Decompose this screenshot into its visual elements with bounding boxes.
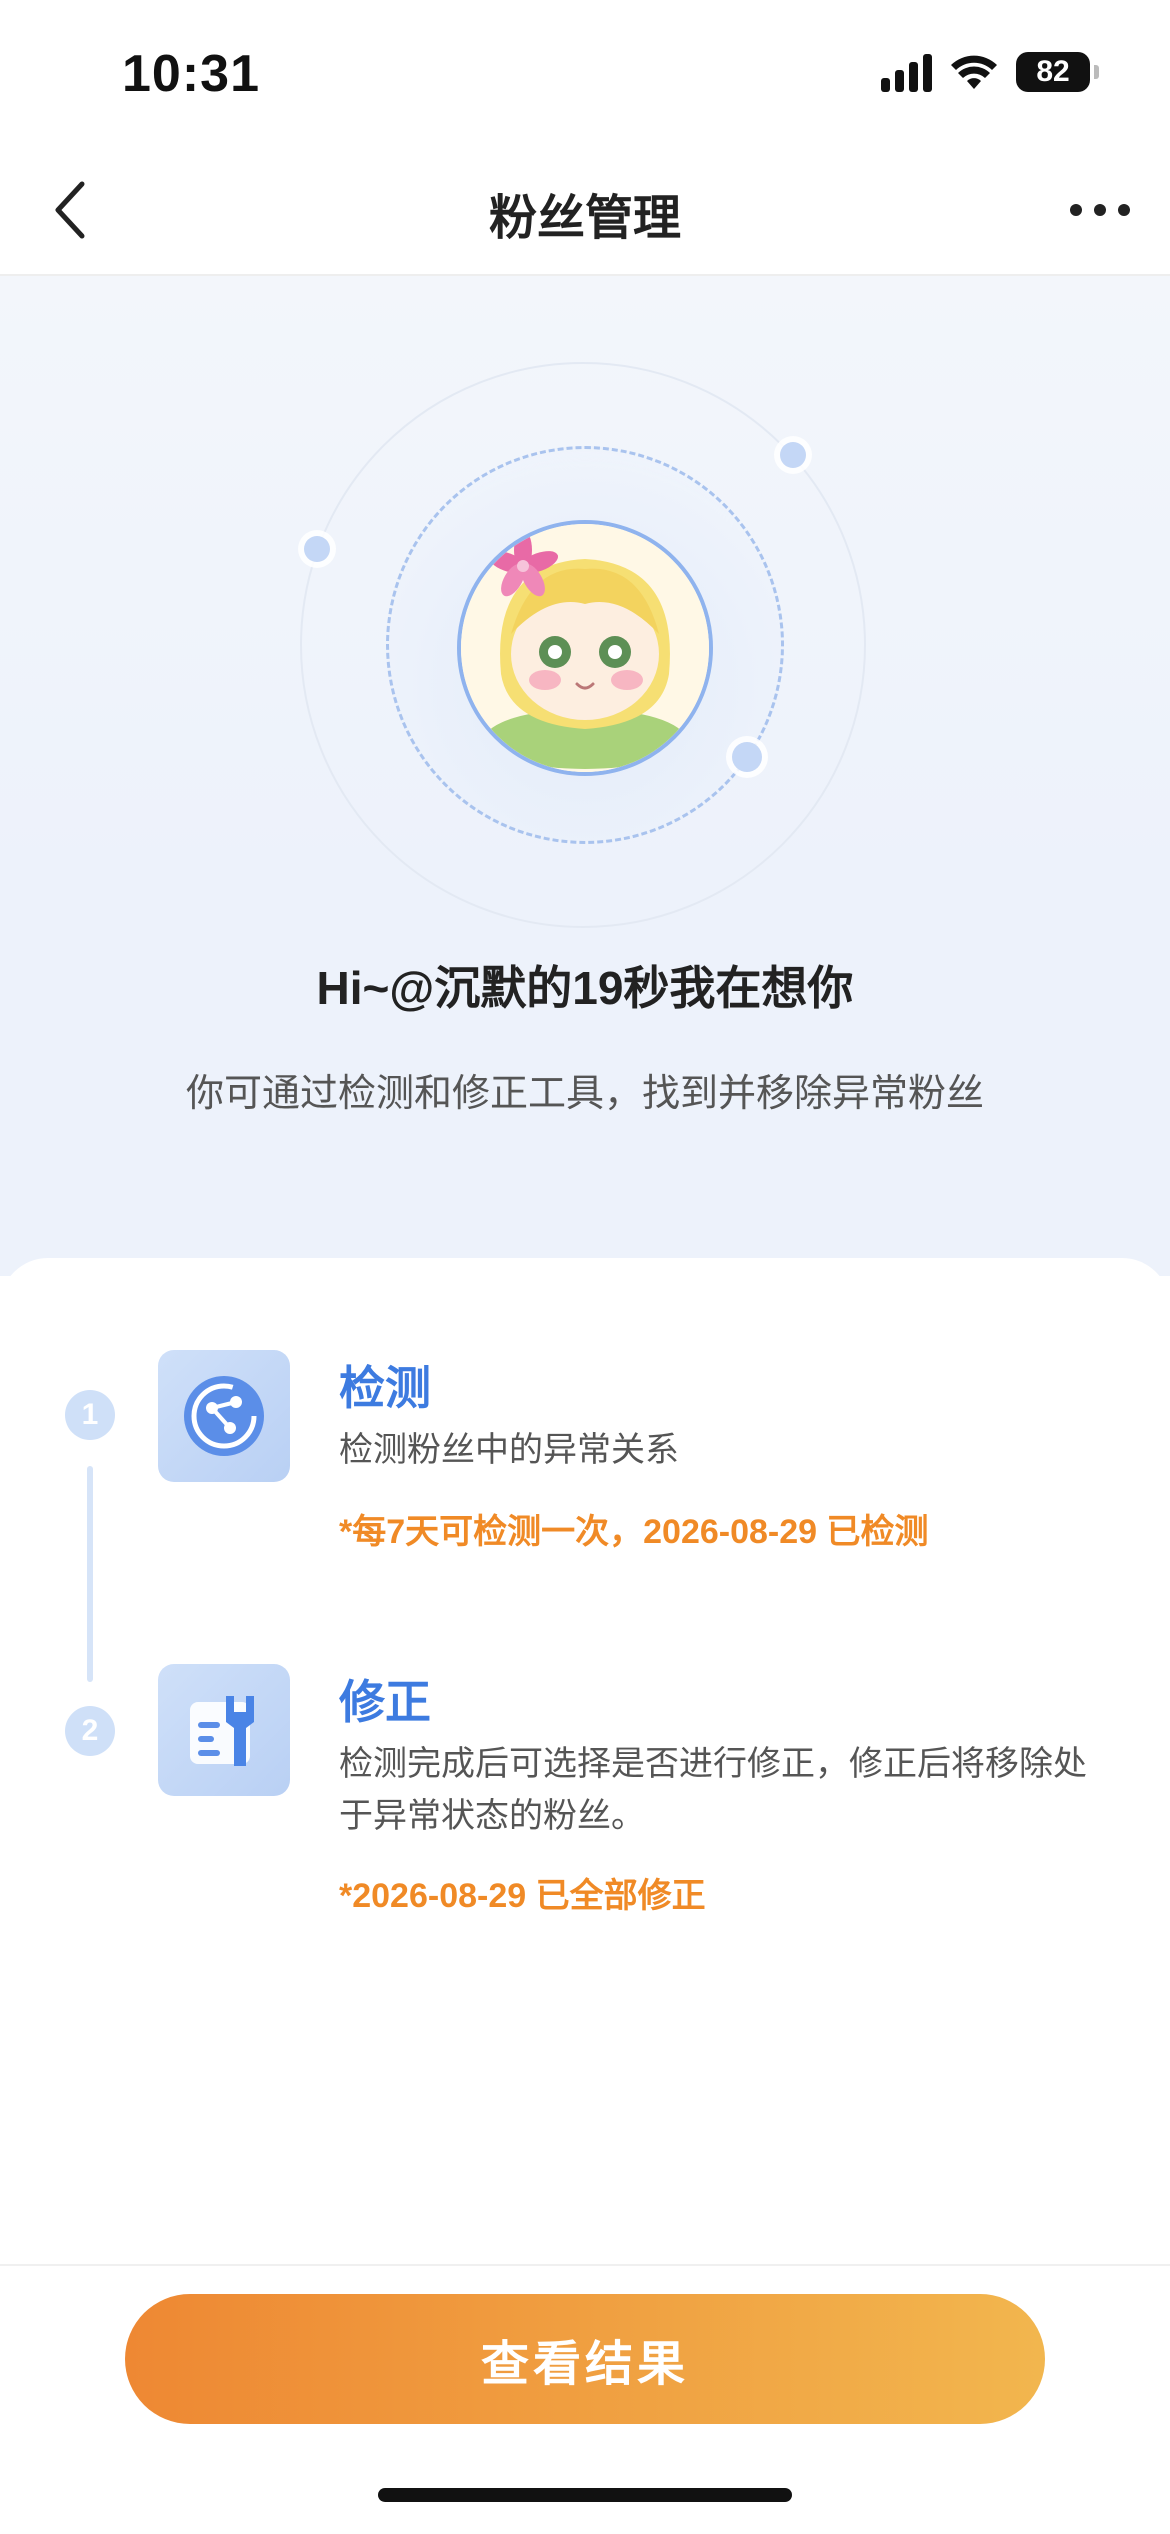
home-indicator[interactable] [378,2488,792,2502]
wrench-icon [190,1696,254,1766]
cellular-signal-icon [881,52,932,92]
avatar[interactable] [457,520,713,776]
view-results-button[interactable]: 查看结果 [125,2294,1045,2424]
step-title: 检测 [339,1362,431,1414]
orbit-dot [304,536,330,562]
step-note: *2026-08-29 已全部修正 [339,1877,706,1915]
wifi-icon [951,55,997,89]
more-dot-icon [1070,204,1082,216]
greeting-text: Hi~@沉默的19秒我在想你 [316,962,854,1014]
hero-section: Hi~@沉默的19秒我在想你 你可通过检测和修正工具，找到并移除异常粉丝 [0,276,1170,1276]
detect-step-icon [158,1350,290,1482]
nav-bar: 粉丝管理 [0,150,1170,276]
more-dot-icon [1118,204,1130,216]
detect-icon [184,1376,264,1456]
step-number-badge: 2 [65,1706,115,1756]
step-note: *每7天可检测一次，2026-08-29 已检测 [339,1513,929,1551]
battery-level: 82 [1036,55,1070,88]
step-description: 检测粉丝中的异常关系 [339,1431,679,1469]
page-title: 粉丝管理 [488,192,681,245]
status-icons: 82 [881,52,1099,92]
more-button[interactable] [1060,170,1140,250]
battery-icon: 82 [1016,52,1099,92]
fix-step-icon [158,1664,290,1796]
step-description: 检测完成后可选择是否进行修正，修正后将移除处于异常状态的粉丝。 [339,1745,1087,1835]
step-number-badge: 1 [65,1390,115,1440]
step-connector-line [87,1466,93,1682]
status-bar: 10:31 82 [0,0,1170,150]
more-dot-icon [1094,204,1106,216]
avatar-illustration [461,524,709,772]
hero-subtitle: 你可通过检测和修正工具，找到并移除异常粉丝 [185,1073,984,1115]
status-time: 10:31 [122,45,260,103]
orbit-dot [780,442,806,468]
step-title: 修正 [339,1676,431,1728]
orbit-dot [732,742,762,772]
